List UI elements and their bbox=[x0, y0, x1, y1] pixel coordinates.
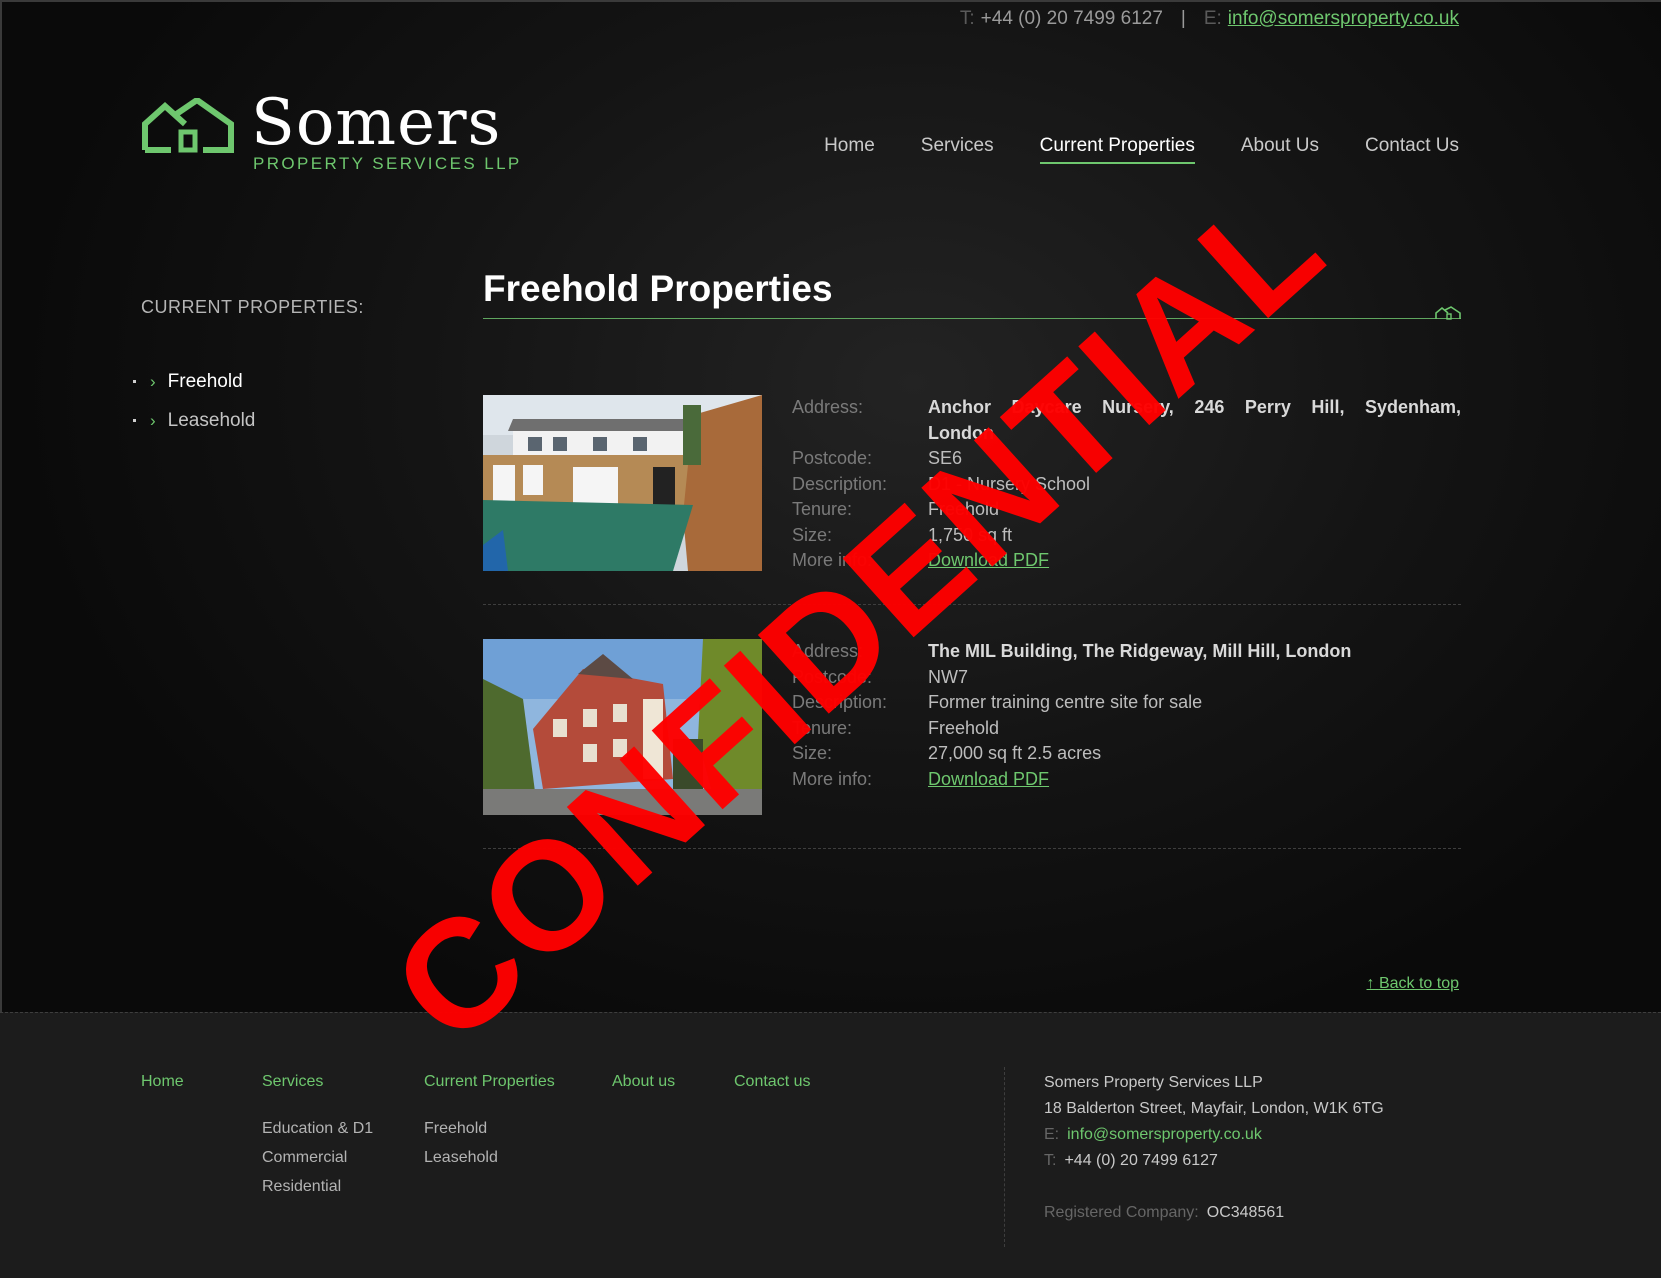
chevron-right-icon: › bbox=[150, 371, 156, 391]
footer-divider bbox=[1004, 1067, 1005, 1247]
footer-link-commercial[interactable]: Commercial bbox=[262, 1143, 373, 1172]
nav-current-properties[interactable]: Current Properties bbox=[1039, 135, 1195, 164]
property-photo-nursery[interactable] bbox=[483, 395, 762, 571]
detail-value-tenure: Freehold bbox=[928, 717, 1000, 738]
chevron-right-icon: › bbox=[150, 410, 156, 430]
back-to-top-link[interactable]: ↑ Back to top bbox=[1367, 975, 1460, 993]
footer-link-about-us[interactable]: About us bbox=[612, 1067, 675, 1096]
arrow-up-icon: ↑ bbox=[1366, 975, 1379, 992]
email-label: E: bbox=[1203, 8, 1222, 29]
footer-link-contact-us[interactable]: Contact us bbox=[734, 1067, 810, 1096]
footer-email-row: E: info@somersproperty.co.uk bbox=[1044, 1122, 1384, 1148]
footer-col-home: Home bbox=[141, 1067, 184, 1114]
footer-col-services: Services Education & D1 Commercial Resid… bbox=[262, 1067, 373, 1201]
footer-registration: Registered Company: OC348561 bbox=[1044, 1200, 1384, 1226]
reg-number: OC348561 bbox=[1206, 1204, 1285, 1221]
footer-col-about: About us bbox=[612, 1067, 675, 1114]
detail-row-tenure: Tenure: Freehold bbox=[792, 716, 1461, 742]
detail-value-size: 27,000 sq ft 2.5 acres bbox=[928, 743, 1102, 763]
sidebar-item-label: Leasehold bbox=[167, 409, 256, 431]
logo-name: Somers bbox=[251, 86, 502, 160]
phone-label: T: bbox=[1044, 1152, 1057, 1169]
detail-label: Address: bbox=[792, 397, 864, 417]
footer-link-freehold[interactable]: Freehold bbox=[424, 1114, 555, 1143]
nav-home[interactable]: Home bbox=[824, 135, 875, 164]
reg-label: Registered Company: bbox=[1044, 1204, 1199, 1221]
header-phone: +44 (0) 20 7499 6127 bbox=[980, 8, 1163, 29]
footer-link-leasehold[interactable]: Leasehold bbox=[424, 1143, 555, 1172]
footer: Home Services Education & D1 Commercial … bbox=[0, 1012, 1661, 1278]
sidebar-list: › Freehold › Leasehold bbox=[133, 362, 255, 440]
footer-phone-row: T: +44 (0) 20 7499 6127 bbox=[1044, 1148, 1384, 1174]
sidebar-item-label: Freehold bbox=[167, 370, 243, 392]
detail-label bbox=[792, 421, 928, 447]
logo-tagline: PROPERTY SERVICES LLP bbox=[253, 154, 522, 173]
email-label: E: bbox=[1044, 1126, 1060, 1143]
footer-phone: +44 (0) 20 7499 6127 bbox=[1064, 1152, 1218, 1169]
sidebar-item-freehold[interactable]: › Freehold bbox=[133, 362, 255, 401]
nav-about-us[interactable]: About Us bbox=[1241, 135, 1319, 164]
page: T: +44 (0) 20 7499 6127 | E: info@somersprop… bbox=[0, 0, 1661, 1278]
nav-contact-us[interactable]: Contact Us bbox=[1365, 135, 1459, 164]
houses-logo-icon bbox=[142, 98, 234, 153]
sidebar-title: CURRENT PROPERTIES: bbox=[141, 297, 364, 317]
footer-col-contact: Contact us bbox=[734, 1067, 810, 1114]
detail-value-address: The MIL Building, The Ridgeway, Mill Hil… bbox=[928, 641, 1352, 661]
detail-value-description: Former training centre site for sale bbox=[928, 692, 1203, 712]
header-email-link[interactable]: info@somersproperty.co.uk bbox=[1228, 8, 1459, 29]
footer-link-home[interactable]: Home bbox=[141, 1067, 184, 1096]
frame-border-top bbox=[0, 0, 1661, 2]
detail-row-size: Size: 27,000 sq ft 2.5 acres bbox=[792, 741, 1461, 767]
footer-link-education[interactable]: Education & D1 bbox=[262, 1114, 373, 1143]
footer-company-name: Somers Property Services LLP bbox=[1044, 1074, 1263, 1091]
header-contact-bar: T: +44 (0) 20 7499 6127 | E: info@somersprop… bbox=[960, 8, 1459, 30]
footer-link-services[interactable]: Services bbox=[262, 1067, 373, 1096]
houses-icon bbox=[1435, 306, 1461, 320]
phone-label: T: bbox=[959, 8, 975, 29]
footer-address: 18 Balderton Street, Mayfair, London, W1… bbox=[1044, 1100, 1384, 1117]
sidebar-item-leasehold[interactable]: › Leasehold bbox=[133, 401, 255, 440]
detail-row-more-info: More info: Download PDF bbox=[792, 767, 1461, 793]
footer-link-residential[interactable]: Residential bbox=[262, 1172, 373, 1201]
download-pdf-link[interactable]: Download PDF bbox=[928, 767, 1461, 793]
footer-email-link[interactable]: info@somersproperty.co.uk bbox=[1067, 1126, 1262, 1143]
footer-col-current-properties: Current Properties Freehold Leasehold bbox=[424, 1067, 555, 1172]
main-nav: Home Services Current Properties About U… bbox=[824, 135, 1459, 164]
nav-services[interactable]: Services bbox=[921, 135, 994, 164]
bullet-icon bbox=[133, 419, 136, 422]
footer-company-info: Somers Property Services LLP 18 Balderto… bbox=[1044, 1070, 1384, 1226]
back-to-top-label: Back to top bbox=[1378, 975, 1459, 992]
contact-separator: | bbox=[1180, 8, 1186, 29]
detail-value-postcode: NW7 bbox=[928, 666, 968, 687]
bullet-icon bbox=[133, 380, 136, 383]
footer-link-current-properties[interactable]: Current Properties bbox=[424, 1067, 555, 1096]
